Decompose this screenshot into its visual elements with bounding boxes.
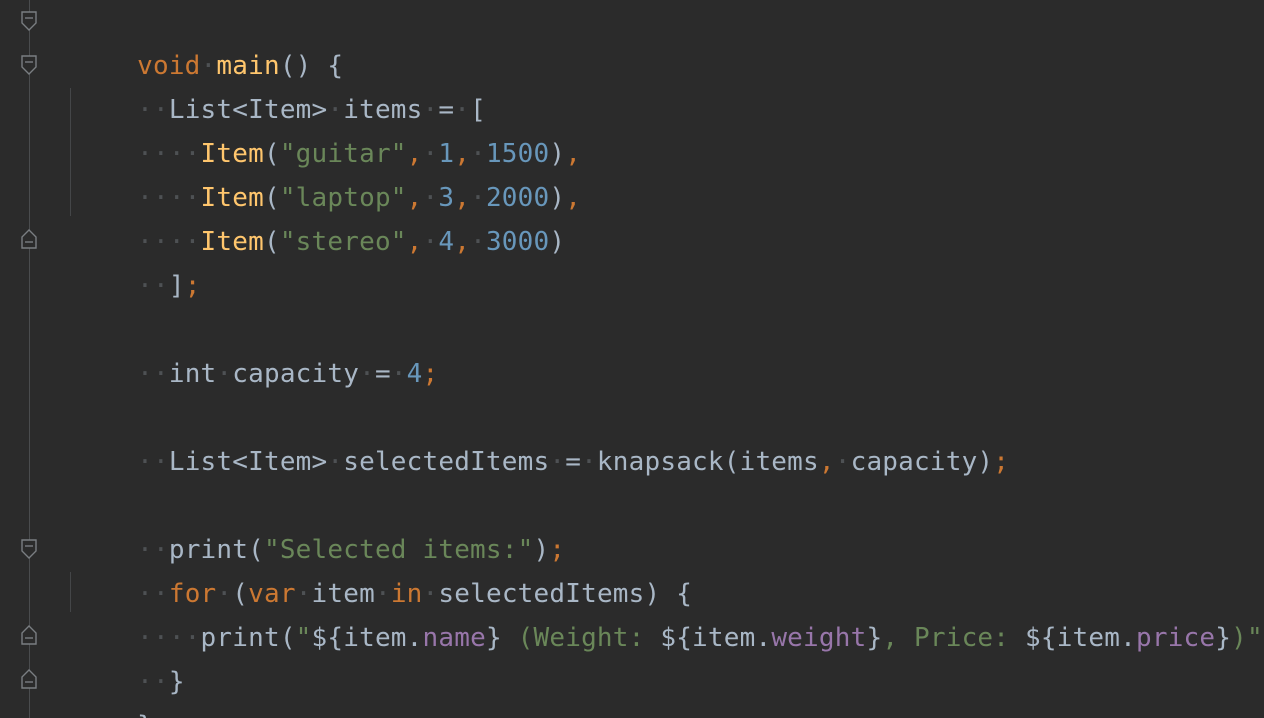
- code-line-3[interactable]: ····Item("guitar",·1,·1500),: [42, 88, 581, 169]
- fold-open-icon[interactable]: [20, 538, 38, 560]
- code-line-6[interactable]: ··];: [42, 220, 201, 301]
- class-item: Item: [200, 227, 264, 257]
- comma: ,: [565, 183, 582, 213]
- code-line-8[interactable]: ··List<Item>·selectedItems·=·knapsack(it…: [42, 396, 1009, 477]
- semicolon: ;: [184, 271, 201, 301]
- property-name: name: [422, 623, 486, 653]
- comma: ,: [454, 227, 471, 257]
- interpolation-end: }: [485, 623, 502, 653]
- type-list-item: List<Item>: [168, 447, 328, 477]
- assign-operator: =: [374, 359, 391, 389]
- fold-close-icon[interactable]: [20, 668, 38, 690]
- comma: ,: [818, 447, 835, 477]
- string-segment: , Price:: [882, 623, 1025, 653]
- fold-close-icon[interactable]: [20, 228, 38, 250]
- fold-open-icon[interactable]: [20, 10, 38, 32]
- code-line-9[interactable]: ··print("Selected items:");: [42, 484, 565, 565]
- interpolation-end: }: [866, 623, 883, 653]
- print-call: print(: [200, 623, 296, 653]
- variable-capacity: capacity: [232, 359, 360, 389]
- interpolation-end: }: [1215, 623, 1232, 653]
- number-literal: 3000: [485, 227, 550, 257]
- code-line-5[interactable]: ····Item("stereo",·4,·3000): [42, 176, 565, 257]
- assign-operator: =: [565, 447, 582, 477]
- code-line-2[interactable]: ··List<Item>·items·=·[: [42, 44, 486, 125]
- interpolation-start: ${item.: [1025, 623, 1136, 653]
- code-line-1[interactable]: void·main() {: [42, 0, 343, 81]
- capacity-arg: capacity): [850, 447, 994, 477]
- property-price: price: [1135, 623, 1216, 653]
- comma: ,: [406, 227, 423, 257]
- code-line-10[interactable]: ··for·(var·item·in·selectedItems) {: [42, 528, 692, 609]
- string-segment: )": [1231, 623, 1263, 653]
- editor-gutter: [0, 0, 42, 718]
- closing-brace: }: [168, 667, 185, 697]
- semicolon: ;: [993, 447, 1010, 477]
- gutter-divider: [29, 0, 30, 718]
- knapsack-call: knapsack(items: [596, 447, 819, 477]
- fold-open-icon[interactable]: [20, 54, 38, 76]
- code-line-13[interactable]: }: [42, 660, 153, 718]
- variable-selected-items: selectedItems: [343, 447, 550, 477]
- interpolation-start: ${item.: [660, 623, 772, 653]
- string-quote: ": [295, 623, 312, 653]
- string-segment: (Weight:: [501, 623, 661, 653]
- fold-close-icon[interactable]: [20, 624, 38, 646]
- code-line-12[interactable]: ··}: [42, 616, 185, 697]
- paren-close: ): [549, 227, 566, 257]
- closing-brace: }: [137, 711, 153, 718]
- list-close-bracket: ]: [168, 271, 185, 301]
- code-line-7[interactable]: ··int·capacity·=·4;: [42, 308, 438, 389]
- type-int: int: [168, 359, 217, 389]
- number-literal: 4: [438, 227, 455, 257]
- code-line-4[interactable]: ····Item("laptop",·3,·2000),: [42, 132, 581, 213]
- paren-open: (: [263, 227, 280, 257]
- string-literal: "stereo": [279, 227, 407, 257]
- property-weight: weight: [771, 623, 867, 653]
- code-editor[interactable]: void·main() { ··List<Item>·items·=·[ ···…: [0, 0, 1264, 718]
- code-line-11[interactable]: ····print("${item.name} (Weight: ${item.…: [42, 572, 1264, 653]
- number-literal: 4: [406, 359, 423, 389]
- semicolon: ;: [422, 359, 439, 389]
- interpolation-start: ${item.: [311, 623, 423, 653]
